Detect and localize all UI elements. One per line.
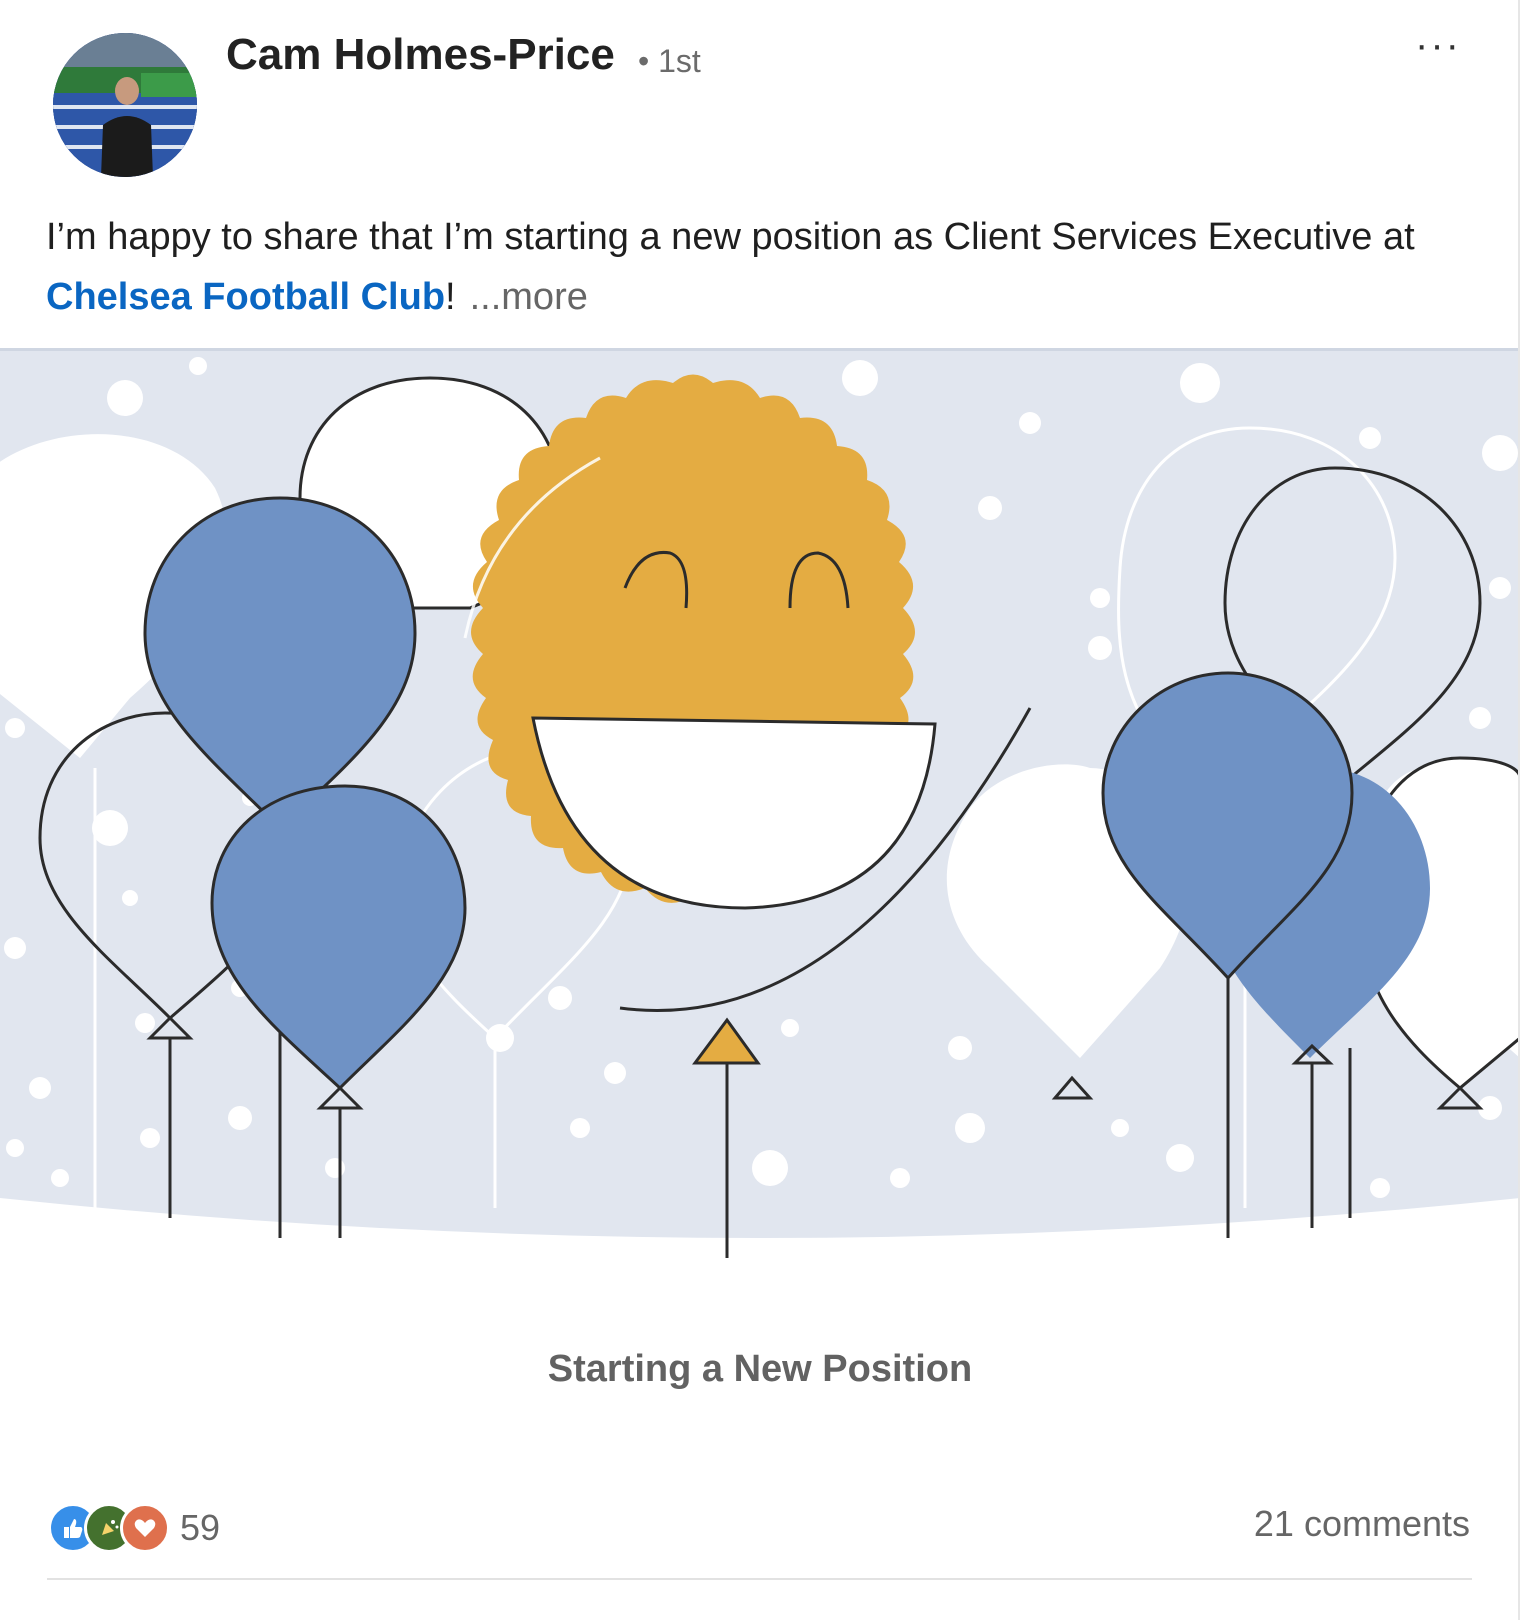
- author-name[interactable]: Cam Holmes-Price: [226, 30, 615, 80]
- comments-count[interactable]: 21 comments: [1254, 1503, 1470, 1545]
- company-link[interactable]: Chelsea Football Club: [46, 276, 445, 318]
- banner-caption[interactable]: Starting a New Position: [0, 1348, 1520, 1391]
- post-text-tail: !: [445, 276, 456, 318]
- author-avatar[interactable]: [53, 33, 197, 177]
- more-options-icon[interactable]: ···: [1408, 25, 1468, 70]
- reaction-count[interactable]: 59: [180, 1507, 220, 1549]
- new-position-banner[interactable]: [0, 348, 1520, 1268]
- see-more-link[interactable]: ...more: [470, 276, 588, 318]
- post-text-lead: I’m happy to share that I’m starting a n…: [46, 216, 1415, 258]
- love-icon: [120, 1503, 170, 1553]
- connection-degree: • 1st: [638, 43, 701, 79]
- divider: [47, 1578, 1472, 1580]
- post-card: Cam Holmes-Price • 1st ··· I’m happy to …: [0, 0, 1520, 1620]
- reactions-summary[interactable]: 59: [48, 1500, 220, 1556]
- avatar-photo: [53, 33, 197, 177]
- post-body: I’m happy to share that I’m starting a n…: [46, 207, 1466, 327]
